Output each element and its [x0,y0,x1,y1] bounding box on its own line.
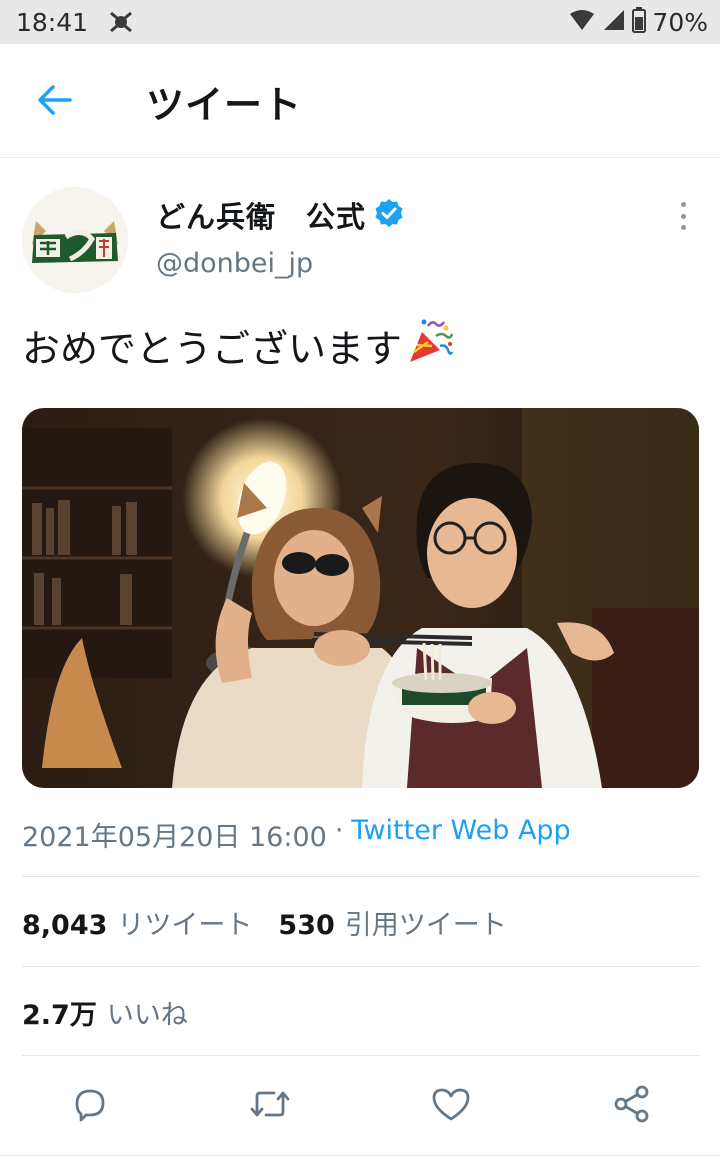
tweet-meta: 2021年05月20日 16:00 · Twitter Web App [22,815,571,854]
donbei-logo [22,187,128,293]
divider [22,1055,700,1056]
divider [22,876,700,877]
tweet-photo[interactable] [22,408,699,788]
status-time: 18:41 [16,7,89,37]
divider [0,1155,720,1156]
author-name[interactable]: どん兵衛 公式 [156,194,366,236]
party-popper-icon [406,318,454,373]
cellular-icon [602,8,626,36]
retweets-count[interactable]: 8,043 [22,910,107,941]
retweet-icon [248,1084,292,1128]
tweet-text: おめでとうございます [22,327,403,371]
tweet-action-bar [0,1066,720,1146]
quotes-count[interactable]: 530 [278,910,334,941]
more-dot [680,202,686,207]
status-icons: 70% [568,7,708,37]
author-handle[interactable]: @donbei_jp [156,248,313,279]
arrow-left-icon [36,84,72,120]
verified-badge-icon [374,198,404,232]
reply-button[interactable] [67,1084,111,1128]
tweet-header: ツイート [0,44,720,158]
status-bar: 18:41 70% [0,0,720,44]
share-icon [611,1083,653,1129]
battery-percent: 70% [652,7,708,37]
retweet-button[interactable] [248,1084,292,1128]
author-name-row: どん兵衛 公式 [156,194,404,236]
battery-icon [632,7,647,37]
like-icon [430,1084,472,1128]
quotes-label[interactable]: 引用ツイート [345,903,507,942]
reply-icon [69,1084,109,1128]
more-dot [680,213,686,219]
back-button[interactable] [30,82,78,122]
likes-label[interactable]: いいね [107,993,188,1032]
signal-icon [568,8,596,36]
tweet-text-row: おめでとうございます [22,318,454,373]
likes-count[interactable]: 2.7万 [22,993,97,1032]
more-options-button[interactable] [668,198,698,234]
more-dot [680,225,686,230]
share-button[interactable] [610,1084,654,1128]
divider [22,966,700,967]
avatar[interactable] [22,187,128,293]
retweets-label[interactable]: リツイート [117,903,252,942]
tweet-source-link[interactable]: Twitter Web App [351,815,570,854]
retweet-stats-row: 8,043 リツイート 530 引用ツイート [22,903,507,942]
tweet-timestamp: 2021年05月20日 16:00 [22,822,327,853]
app-notification-icon [106,7,136,37]
meta-separator: · [334,815,344,846]
likes-stats-row: 2.7万 いいね [22,993,188,1032]
page-title: ツイート [146,83,303,127]
like-button[interactable] [429,1084,473,1128]
